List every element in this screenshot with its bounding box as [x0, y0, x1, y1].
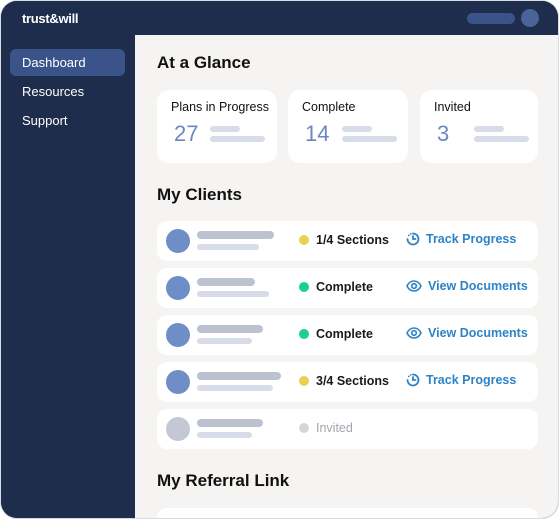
- placeholder-bar: [342, 136, 397, 142]
- my-clients-heading: My Clients: [157, 185, 243, 204]
- client-avatar: [166, 417, 190, 441]
- action-label: View Documents: [428, 279, 528, 293]
- app-window: trust&will Dashboard Resources Support A…: [1, 1, 558, 518]
- client-row[interactable]: Complete View Documents: [157, 268, 538, 308]
- client-status: 1/4 Sections: [299, 233, 389, 247]
- top-bar: trust&will: [1, 1, 558, 35]
- client-avatar: [166, 370, 190, 394]
- client-row[interactable]: 3/4 Sections Track Progress: [157, 362, 538, 402]
- sidebar-item-resources[interactable]: Resources: [10, 78, 125, 105]
- my-referral-link-heading: My Referral Link: [157, 471, 290, 490]
- client-row[interactable]: Invited: [157, 409, 538, 449]
- client-detail-placeholder: [197, 291, 269, 297]
- progress-clock-icon: [406, 373, 420, 387]
- status-dot-icon: [299, 376, 309, 386]
- status-dot-icon: [299, 423, 309, 433]
- sidebar-item-dashboard[interactable]: Dashboard: [10, 49, 125, 76]
- client-status: Complete: [299, 280, 373, 294]
- account-menu-button[interactable]: [467, 13, 515, 24]
- stat-card-plans-in-progress[interactable]: Plans in Progress 27: [157, 90, 277, 163]
- client-detail-placeholder: [197, 385, 273, 391]
- track-progress-link[interactable]: Track Progress: [406, 373, 516, 387]
- client-name-placeholder: [197, 372, 281, 380]
- placeholder-bar: [474, 136, 529, 142]
- referral-link-card[interactable]: [157, 508, 538, 518]
- eye-icon: [406, 327, 422, 339]
- status-dot-icon: [299, 235, 309, 245]
- placeholder-bar: [210, 136, 265, 142]
- client-name-placeholder: [197, 419, 263, 427]
- client-name-placeholder: [197, 325, 263, 333]
- status-dot-icon: [299, 329, 309, 339]
- logo[interactable]: trust&will: [22, 11, 79, 26]
- user-avatar[interactable]: [521, 9, 539, 27]
- action-label: Track Progress: [426, 373, 517, 387]
- track-progress-link[interactable]: Track Progress: [406, 232, 516, 246]
- stat-value: 3: [437, 121, 450, 146]
- status-dot-icon: [299, 282, 309, 292]
- placeholder-bar: [210, 126, 240, 132]
- client-avatar: [166, 229, 190, 253]
- client-avatar: [166, 323, 190, 347]
- stat-label: Plans in Progress: [171, 100, 269, 114]
- stat-value: 14: [305, 121, 330, 146]
- client-detail-placeholder: [197, 244, 259, 250]
- client-status: 3/4 Sections: [299, 374, 389, 388]
- status-label: Complete: [316, 327, 373, 341]
- view-documents-link[interactable]: View Documents: [406, 279, 528, 293]
- sidebar: Dashboard Resources Support: [1, 35, 135, 518]
- client-status: Invited: [299, 421, 353, 435]
- client-row[interactable]: 1/4 Sections Track Progress: [157, 221, 538, 261]
- stat-card-invited[interactable]: Invited 3: [420, 90, 538, 163]
- status-label: Complete: [316, 280, 373, 294]
- view-documents-link[interactable]: View Documents: [406, 326, 528, 340]
- stat-card-complete[interactable]: Complete 14: [288, 90, 408, 163]
- client-name-placeholder: [197, 231, 274, 239]
- stat-value: 27: [174, 121, 199, 146]
- main-content: At a Glance Plans in Progress 27 Complet…: [135, 35, 558, 518]
- progress-clock-icon: [406, 232, 420, 246]
- placeholder-bar: [474, 126, 504, 132]
- client-row[interactable]: Complete View Documents: [157, 315, 538, 355]
- action-label: Track Progress: [426, 232, 517, 246]
- client-name-placeholder: [197, 278, 255, 286]
- status-label: Invited: [316, 421, 353, 435]
- client-detail-placeholder: [197, 432, 252, 438]
- status-label: 1/4 Sections: [316, 233, 389, 247]
- eye-icon: [406, 280, 422, 292]
- client-detail-placeholder: [197, 338, 252, 344]
- status-label: 3/4 Sections: [316, 374, 389, 388]
- client-avatar: [166, 276, 190, 300]
- placeholder-bar: [342, 126, 372, 132]
- sidebar-item-support[interactable]: Support: [10, 107, 125, 134]
- stat-label: Complete: [302, 100, 356, 114]
- client-status: Complete: [299, 327, 373, 341]
- action-label: View Documents: [428, 326, 528, 340]
- at-a-glance-heading: At a Glance: [157, 53, 251, 72]
- stat-label: Invited: [434, 100, 471, 114]
